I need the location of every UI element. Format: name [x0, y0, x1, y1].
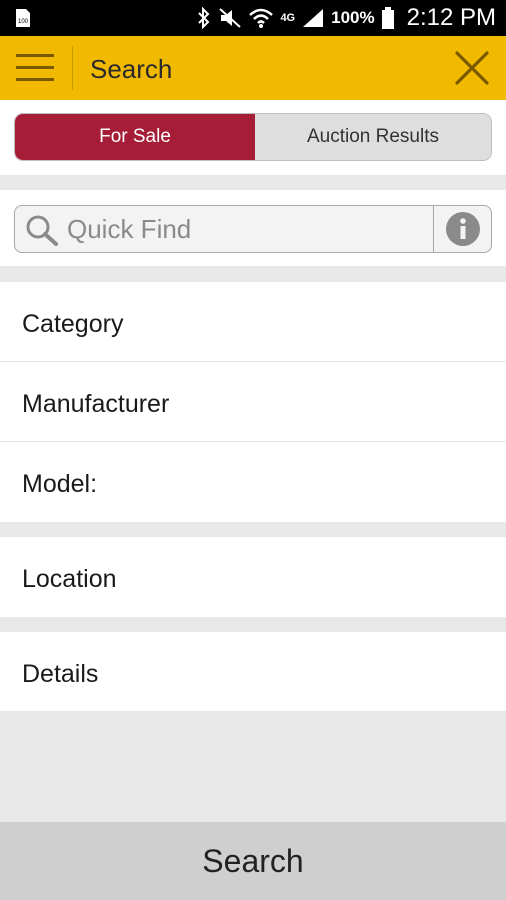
status-time: 2:12 PM	[406, 4, 496, 31]
location-row[interactable]: Location	[0, 537, 506, 617]
info-icon	[446, 212, 480, 246]
sale-mode-toggle: For Sale Auction Results	[14, 113, 492, 161]
info-button[interactable]	[435, 206, 491, 252]
tab-auction-results[interactable]: Auction Results	[255, 114, 491, 160]
details-row[interactable]: Details	[0, 632, 506, 712]
app-bar-divider	[72, 46, 73, 90]
network-type-label: 4G	[280, 12, 296, 24]
close-icon[interactable]	[452, 48, 492, 88]
info-separator	[433, 206, 434, 252]
battery-icon	[381, 7, 394, 29]
search-icon	[26, 215, 58, 246]
svg-text:100: 100	[18, 19, 29, 25]
category-row[interactable]: Category	[0, 282, 506, 362]
model-row[interactable]: Model:	[0, 442, 506, 522]
page-title: Search	[90, 54, 173, 84]
location-label: Location	[22, 565, 117, 593]
quick-find-box	[14, 205, 492, 253]
section-divider	[0, 522, 506, 537]
model-label: Model:	[22, 470, 98, 498]
hamburger-menu-icon[interactable]	[16, 50, 54, 86]
app-bar: Search	[0, 36, 506, 100]
wifi-icon	[249, 8, 274, 28]
tab-for-sale[interactable]: For Sale	[15, 114, 255, 160]
mute-icon	[219, 8, 242, 28]
manufacturer-row[interactable]: Manufacturer	[0, 362, 506, 442]
search-button[interactable]: Search	[0, 822, 506, 900]
section-divider	[0, 175, 506, 190]
section-divider	[0, 617, 506, 632]
manufacturer-label: Manufacturer	[22, 390, 170, 418]
quick-find-input[interactable]	[67, 206, 437, 252]
empty-area	[0, 711, 506, 822]
signal-icon	[303, 9, 324, 27]
details-label: Details	[22, 660, 99, 688]
status-bar: 100 4G 100% 2:12 PM	[0, 0, 506, 36]
sd-card-icon: 100	[16, 9, 30, 27]
bluetooth-icon	[198, 7, 210, 29]
section-divider	[0, 266, 506, 282]
battery-percent: 100%	[331, 8, 375, 27]
category-label: Category	[22, 310, 124, 338]
